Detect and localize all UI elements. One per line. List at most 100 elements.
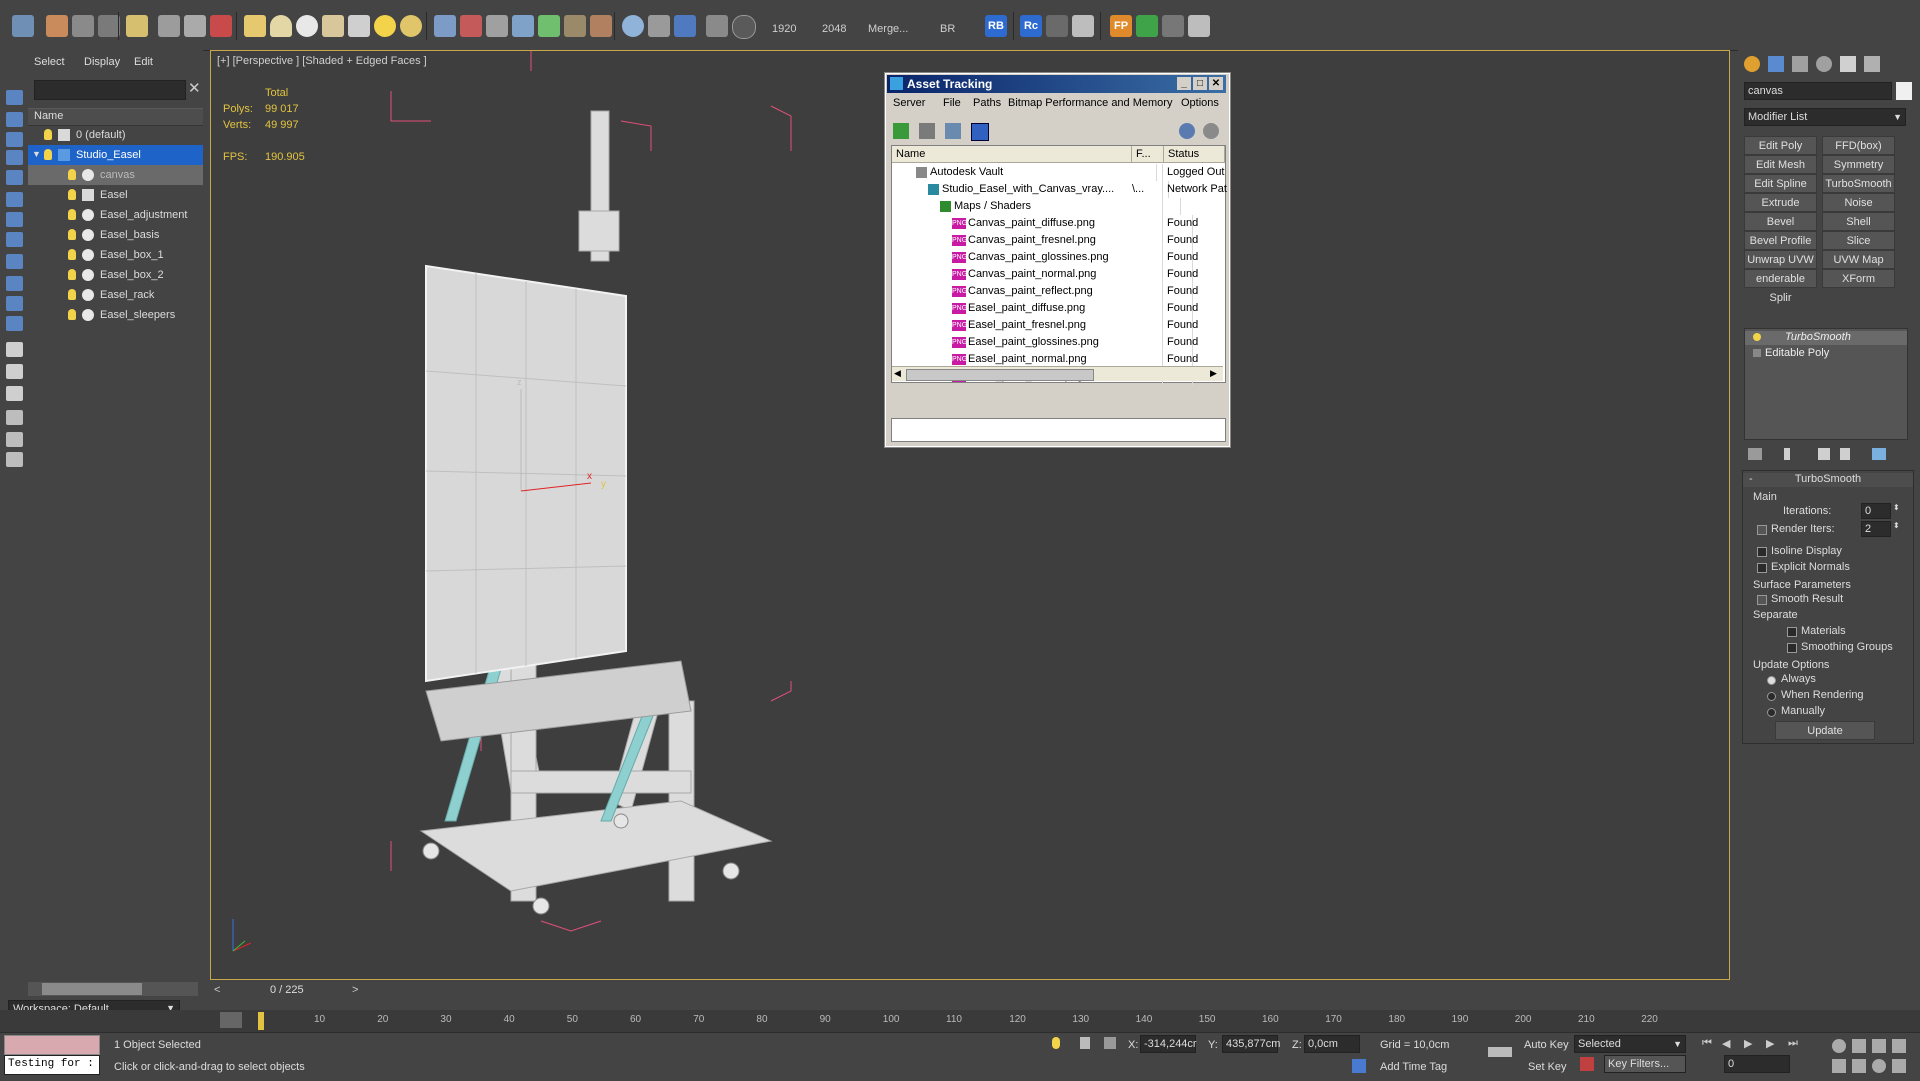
box-primitive-icon[interactable] <box>244 15 266 37</box>
list-item[interactable]: Easel <box>28 185 203 205</box>
lightbulb-icon[interactable] <box>68 229 76 240</box>
object-color-swatch[interactable] <box>1896 82 1912 100</box>
list-item[interactable]: Easel_rack <box>28 285 203 305</box>
key-tangent-icon[interactable] <box>1580 1057 1594 1071</box>
modifier-list-dropdown[interactable]: Modifier List ▼ <box>1744 108 1906 126</box>
explorer-horizontal-scrollbar[interactable] <box>28 982 198 996</box>
pan-icon[interactable] <box>1852 1059 1866 1073</box>
table-horizontal-scrollbar[interactable]: ◀ ▶ <box>892 366 1223 381</box>
material-icon[interactable] <box>590 15 612 37</box>
list-item[interactable]: Easel_adjustment <box>28 205 203 225</box>
column-header-name[interactable]: Name <box>892 146 1132 163</box>
undo-icon[interactable] <box>12 15 34 37</box>
modifier-button[interactable]: Edit Mesh <box>1744 155 1817 174</box>
list-item[interactable]: canvas <box>28 165 203 185</box>
select-rotate-icon[interactable] <box>158 15 180 37</box>
table-view-icon[interactable] <box>971 123 989 141</box>
rc-button[interactable]: Rc <box>1020 15 1042 37</box>
time-tag-icon[interactable] <box>1352 1059 1366 1073</box>
remove-modifier-icon[interactable] <box>1840 448 1850 460</box>
maxscript-input[interactable]: Testing for : <box>4 1055 100 1075</box>
table-row[interactable]: Studio_Easel_with_Canvas_vray.... \... Net… <box>892 181 1227 198</box>
filter-xrefs-icon[interactable] <box>6 232 23 247</box>
teapot-icon[interactable] <box>322 15 344 37</box>
update-button[interactable]: Update <box>1775 721 1875 740</box>
show-end-result-icon[interactable] <box>1784 448 1790 460</box>
filter-hidden-icon[interactable] <box>6 316 23 331</box>
spinner-arrows-icon[interactable]: ⬍ <box>1893 521 1900 530</box>
modifier-button[interactable]: Slice <box>1822 231 1895 250</box>
resolution-width[interactable]: 1920 <box>772 23 796 35</box>
table-row[interactable]: PNGCanvas_paint_reflect.png Found <box>892 283 1225 300</box>
grass-icon[interactable] <box>538 15 560 37</box>
always-radio[interactable] <box>1767 676 1776 685</box>
proxy-icon[interactable] <box>486 15 508 37</box>
isolate-icon[interactable] <box>1052 1037 1060 1049</box>
time-marker[interactable] <box>258 1012 264 1030</box>
object-name-field[interactable]: canvas <box>1744 82 1892 100</box>
modifier-button[interactable]: UVW Map <box>1822 250 1895 269</box>
current-frame-field[interactable]: 0 <box>1724 1055 1790 1073</box>
br-button[interactable]: BR <box>940 23 955 35</box>
modifier-button[interactable]: TurboSmooth <box>1822 174 1895 193</box>
table-row[interactable]: Maps / Shaders <box>892 198 1225 215</box>
transform-mode-icon[interactable] <box>1104 1037 1116 1049</box>
render-sphere-icon[interactable] <box>622 15 644 37</box>
list-view-icon[interactable] <box>919 123 935 139</box>
key-mode-dropdown[interactable]: Selected ▼ <box>1574 1035 1686 1053</box>
filter-funnel-icon[interactable] <box>6 410 23 425</box>
particle-icon[interactable] <box>434 15 456 37</box>
menu-paths[interactable]: Paths <box>973 97 1001 109</box>
table-row[interactable]: PNGCanvas_paint_diffuse.png Found <box>892 215 1225 232</box>
list-item[interactable]: Easel_sleepers <box>28 305 203 325</box>
zoom-extents-all-icon[interactable] <box>1892 1039 1906 1053</box>
dome-primitive-icon[interactable] <box>270 15 292 37</box>
scroll-left-icon[interactable]: ◀ <box>894 368 901 379</box>
table-row[interactable]: PNGCanvas_paint_fresnel.png Found <box>892 232 1225 249</box>
add-time-tag[interactable]: Add Time Tag <box>1380 1061 1447 1073</box>
time-next-icon[interactable]: > <box>352 984 358 996</box>
modify-tab-icon[interactable] <box>1768 56 1784 72</box>
filter-containers-icon[interactable] <box>6 276 23 291</box>
table-row[interactable]: PNGCanvas_paint_normal.png Found <box>892 266 1225 283</box>
table-row[interactable]: PNGEasel_paint_fresnel.png Found <box>892 317 1225 334</box>
rollout-header[interactable]: - TurboSmooth <box>1743 473 1913 487</box>
table-row[interactable]: PNGEasel_paint_glossines.png Found <box>892 334 1225 351</box>
track-bar[interactable]: 10 20 30 40 50 60 70 80 90 100 110 120 130 140 150 160 1… <box>0 1010 1920 1032</box>
pin-stack-icon[interactable] <box>1748 448 1762 460</box>
y-coordinate-field[interactable]: 435,877cm <box>1222 1035 1280 1053</box>
previous-frame-icon[interactable]: ◀ <box>1722 1037 1730 1050</box>
asset-tracking-dialog[interactable]: Asset Tracking _ □ ✕ Server File Paths B… <box>884 72 1231 448</box>
modifier-button[interactable]: FFD(box) <box>1822 136 1895 155</box>
sphere-light-icon[interactable] <box>400 15 422 37</box>
menu-bitmap-performance[interactable]: Bitmap Performance and Memory <box>1008 97 1172 109</box>
make-unique-icon[interactable] <box>1818 448 1830 460</box>
filter-shapes-icon[interactable] <box>6 112 23 127</box>
expand-icon[interactable] <box>1753 349 1761 357</box>
lightbulb-icon[interactable] <box>68 169 76 180</box>
list-icon[interactable] <box>1072 15 1094 37</box>
help-icon[interactable] <box>732 15 756 39</box>
render-iters-checkbox[interactable] <box>1757 525 1767 535</box>
play-icon[interactable]: ▶ <box>1744 1037 1752 1050</box>
display-none-icon[interactable] <box>6 364 23 379</box>
z-coordinate-field[interactable]: 0,0cm <box>1304 1035 1360 1053</box>
set-key-button[interactable]: Set Key <box>1528 1061 1567 1073</box>
modifier-button[interactable]: Shell <box>1822 212 1895 231</box>
refresh-icon[interactable] <box>893 123 909 139</box>
menu-file[interactable]: File <box>943 97 961 109</box>
lightbulb-icon[interactable] <box>68 209 76 220</box>
select-scale-icon[interactable] <box>184 15 206 37</box>
auto-key-button[interactable]: Auto Key <box>1524 1039 1569 1051</box>
select-object-icon[interactable] <box>46 15 68 37</box>
render-region-icon[interactable] <box>706 15 728 37</box>
hierarchy-tab-icon[interactable] <box>1792 56 1808 72</box>
frame-buffer-icon[interactable] <box>674 15 696 37</box>
modifier-button[interactable]: XForm <box>1822 269 1895 288</box>
column-header-status[interactable]: Status <box>1164 146 1225 163</box>
iterations-spinner[interactable]: 0 <box>1861 503 1891 519</box>
manually-radio[interactable] <box>1767 708 1776 717</box>
list-item[interactable]: Easel_basis <box>28 225 203 245</box>
field-of-view-icon[interactable] <box>1832 1059 1846 1073</box>
stack-item-editable-poly[interactable]: Editable Poly <box>1745 347 1907 361</box>
